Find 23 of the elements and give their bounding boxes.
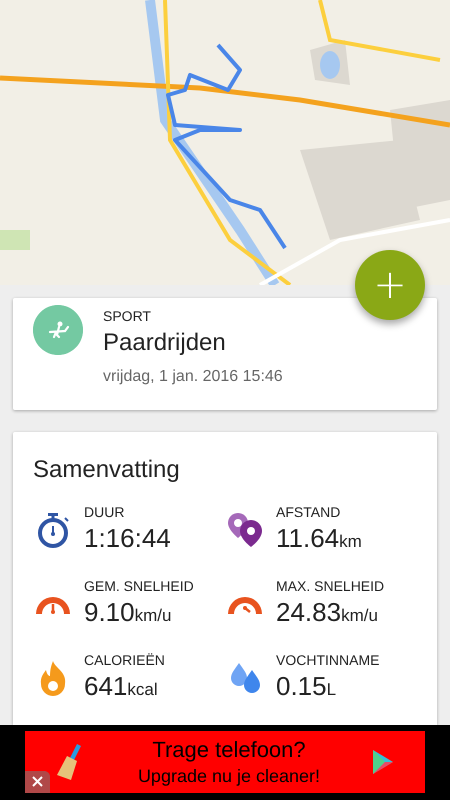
ad-banner[interactable]: Trage telefoon? Upgrade nu je cleaner!: [25, 731, 425, 793]
sport-name: Paardrijden: [103, 329, 227, 357]
location-pins-icon: [225, 510, 265, 550]
stat-value: 24.83km/u: [276, 597, 379, 628]
stat-label: CALORIEËN: [84, 652, 165, 668]
stat-value: 0.15L: [276, 671, 338, 702]
stat-label: DUUR: [84, 504, 126, 520]
category-label: SPORT: [103, 308, 152, 324]
summary-title: Samenvatting: [33, 456, 181, 484]
stat-value: 641kcal: [84, 671, 159, 702]
ad-text: Upgrade nu je cleaner!: [138, 766, 320, 787]
stat-value: 9.10km/u: [84, 597, 172, 628]
date-time: vrijdag, 1 jan. 2016 15:46: [103, 368, 283, 386]
ad-headline: Trage telefoon?: [152, 737, 306, 763]
stat-label: VOCHTINNAME: [276, 652, 380, 668]
stat-label: MAX. SNELHEID: [276, 578, 384, 594]
stat-value: 1:16:44: [84, 523, 171, 554]
close-icon[interactable]: [25, 771, 50, 793]
stat-value: 11.64km: [276, 523, 362, 554]
play-store-icon: [371, 748, 395, 776]
stat-label: AFSTAND: [276, 504, 342, 520]
stat-label: GEM. SNELHEID: [84, 578, 194, 594]
horse-rider-icon: [33, 305, 83, 355]
